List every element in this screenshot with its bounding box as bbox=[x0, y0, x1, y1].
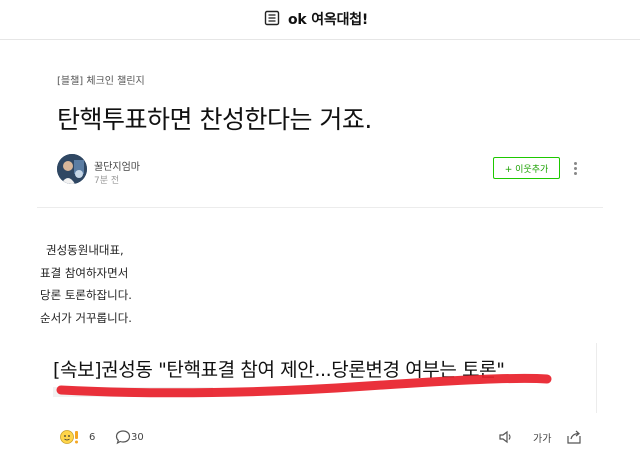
post-footer: 6 30 가가 bbox=[0, 420, 640, 460]
blog-title[interactable]: ok 여옥대첩! bbox=[288, 9, 368, 29]
avatar[interactable] bbox=[57, 154, 87, 184]
font-size-button[interactable]: 가가 bbox=[533, 430, 551, 445]
body-line: 당론 토론하잡니다. bbox=[40, 288, 132, 302]
divider bbox=[37, 207, 603, 208]
comment-icon[interactable] bbox=[115, 429, 131, 445]
share-icon[interactable] bbox=[566, 429, 582, 445]
list-icon[interactable] bbox=[264, 10, 280, 26]
body-line: 순서가 거꾸롭니다. bbox=[40, 310, 132, 325]
more-options-button[interactable] bbox=[568, 158, 582, 178]
author-name[interactable]: 꿀단지엄마 bbox=[94, 158, 140, 173]
post-time: 7분 전 bbox=[94, 176, 120, 186]
reaction-emoji-icon[interactable] bbox=[59, 429, 85, 445]
more-dot-icon bbox=[573, 161, 577, 165]
news-scrap-card[interactable]: [속보]권성동 "탄핵표결 참여 제안...당론변경 여부는 토론" bbox=[37, 343, 597, 413]
body-line: 표결 참여하자면서 bbox=[40, 265, 129, 280]
post-category[interactable]: [블챌] 체크인 챌린지 bbox=[57, 72, 145, 87]
red-underline-mark bbox=[56, 373, 552, 398]
reaction-count: 6 bbox=[89, 432, 96, 443]
speaker-icon[interactable] bbox=[498, 430, 514, 444]
more-dot-icon bbox=[573, 171, 577, 175]
comment-count[interactable]: 30 bbox=[131, 432, 144, 443]
more-dot-icon bbox=[573, 166, 577, 170]
post-body: 권성동원내대표, 표결 참여하자면서 당론 토론하잡니다. 순서가 거꾸롭니다. bbox=[40, 239, 132, 329]
post-title: 탄핵투표하면 찬성한다는 거죠. bbox=[57, 105, 372, 134]
blog-header: ok 여옥대첩! bbox=[0, 0, 640, 40]
body-line: 권성동원내대표, bbox=[46, 243, 124, 257]
add-neighbor-button[interactable]: + 이웃추가 bbox=[493, 157, 560, 179]
